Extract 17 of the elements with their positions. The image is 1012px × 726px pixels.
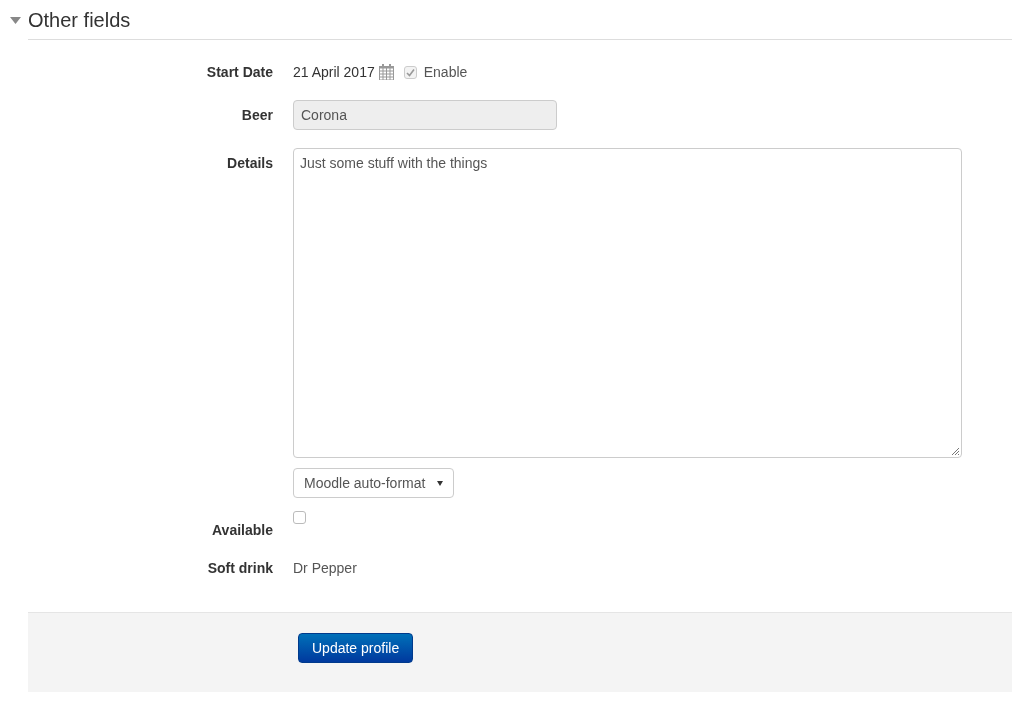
calendar-icon[interactable]	[378, 64, 394, 80]
available-checkbox[interactable]	[293, 511, 306, 524]
caret-icon[interactable]	[10, 16, 21, 24]
field-label: Details	[226, 154, 273, 173]
enable-label: Enable	[423, 64, 468, 80]
field-label: Start Date	[205, 63, 273, 82]
field-label: Soft drink	[206, 559, 273, 578]
details-textarea[interactable]: Just some stuff with the things	[293, 148, 962, 458]
section-title[interactable]: Other fields	[28, 8, 131, 32]
soft-drink-value: Dr Pepper	[293, 559, 357, 578]
format-dropdown[interactable]: Moodle auto-format	[293, 468, 455, 498]
update-profile-button[interactable]: Update profile	[298, 632, 414, 663]
field-label: Beer	[240, 106, 273, 125]
field-label: Available	[211, 521, 273, 540]
resize-grip-icon[interactable]	[951, 447, 960, 456]
caret-icon	[437, 480, 444, 486]
date-value: 21 April 2017	[293, 63, 375, 82]
